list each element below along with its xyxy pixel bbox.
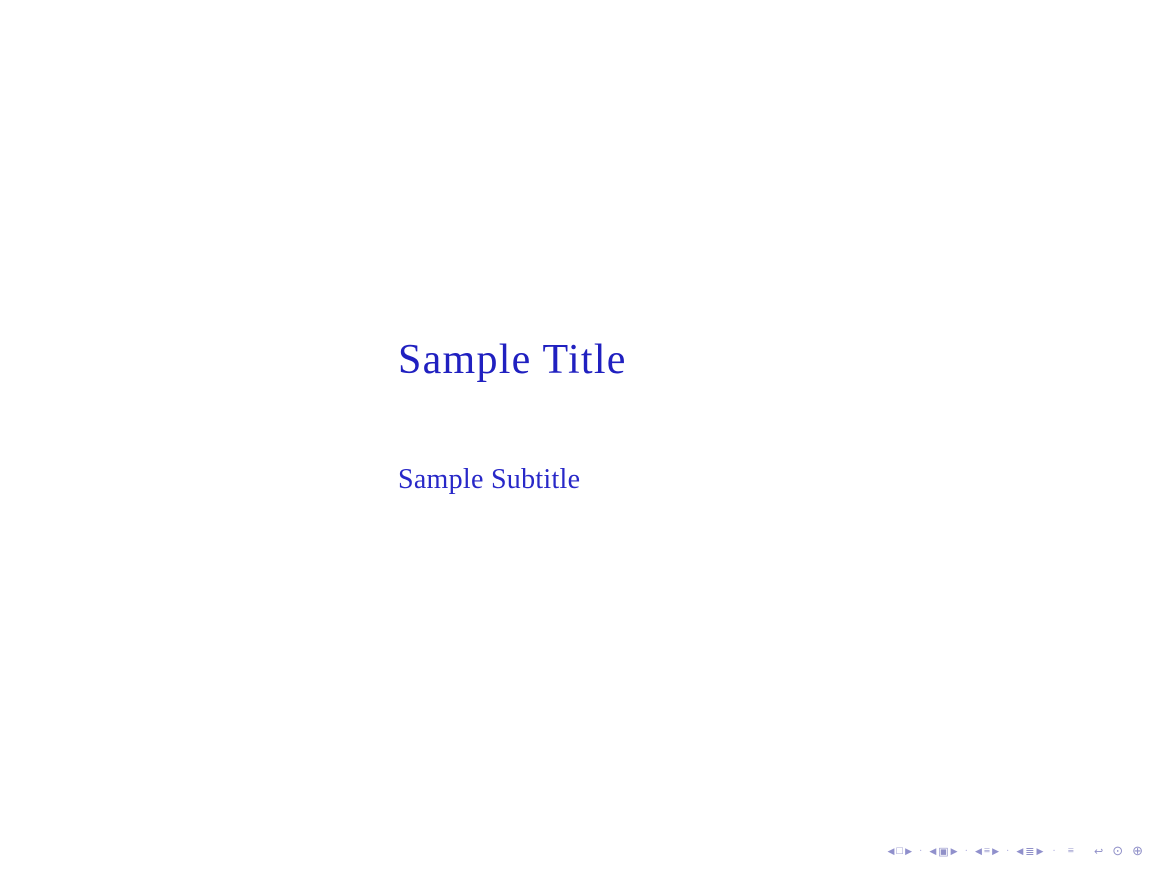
bottom-bar: ◀ □ ▶ · ◀ ▣ ▶ · <box>0 831 1164 871</box>
frame-icon: □ <box>896 845 903 857</box>
next-frame-button[interactable]: ▶ <box>905 846 912 857</box>
undo-button[interactable]: ↩ <box>1091 843 1106 860</box>
frame-nav-group: ◀ □ ▶ <box>888 845 913 857</box>
next-section-button[interactable]: ▶ <box>992 846 999 857</box>
menu-button[interactable]: ≡ <box>1065 843 1077 859</box>
section-nav-group: ◀ ≡ ▶ <box>975 845 999 857</box>
right-arrow-icon: ▶ <box>905 846 912 857</box>
left-arrow-icon-3: ◀ <box>975 846 982 857</box>
prev-subsection-button[interactable]: ◀ <box>929 846 936 857</box>
slide-container: Sample Title Sample Subtitle ◀ □ ▶ · ◀ ▣ <box>0 0 1164 871</box>
separator-2: · <box>965 846 968 857</box>
search-button[interactable]: ⊙ <box>1109 841 1126 861</box>
right-arrow-icon-2: ▶ <box>951 846 958 857</box>
separator-3: · <box>1006 846 1009 857</box>
beamer-navigation: ◀ □ ▶ · ◀ ▣ ▶ · <box>888 841 1147 861</box>
prev-frame-button[interactable]: ◀ <box>888 846 895 857</box>
separator-1: · <box>919 846 922 857</box>
left-arrow-icon: ◀ <box>888 846 895 857</box>
next-appendix-button[interactable]: ▶ <box>1036 846 1043 857</box>
left-arrow-icon-2: ◀ <box>929 846 936 857</box>
right-arrow-icon-3: ▶ <box>992 846 999 857</box>
next-subsection-button[interactable]: ▶ <box>951 846 958 857</box>
appendix-icon: ≣ <box>1025 845 1034 858</box>
subsection-icon: ▣ <box>938 845 948 858</box>
separator-4: · <box>1052 846 1055 857</box>
expand-button[interactable]: ⊕ <box>1129 841 1146 861</box>
prev-appendix-button[interactable]: ◀ <box>1016 846 1023 857</box>
subsection-nav-group: ◀ ▣ ▶ <box>929 845 957 858</box>
slide-content: Sample Title Sample Subtitle <box>0 0 1164 831</box>
appendix-nav-group: ◀ ≣ ▶ <box>1016 845 1043 858</box>
slide-title: Sample Title <box>398 336 627 384</box>
section-icon: ≡ <box>984 845 990 857</box>
prev-section-button[interactable]: ◀ <box>975 846 982 857</box>
slide-subtitle: Sample Subtitle <box>398 464 580 496</box>
left-arrow-icon-4: ◀ <box>1016 846 1023 857</box>
right-arrow-icon-4: ▶ <box>1036 846 1043 857</box>
